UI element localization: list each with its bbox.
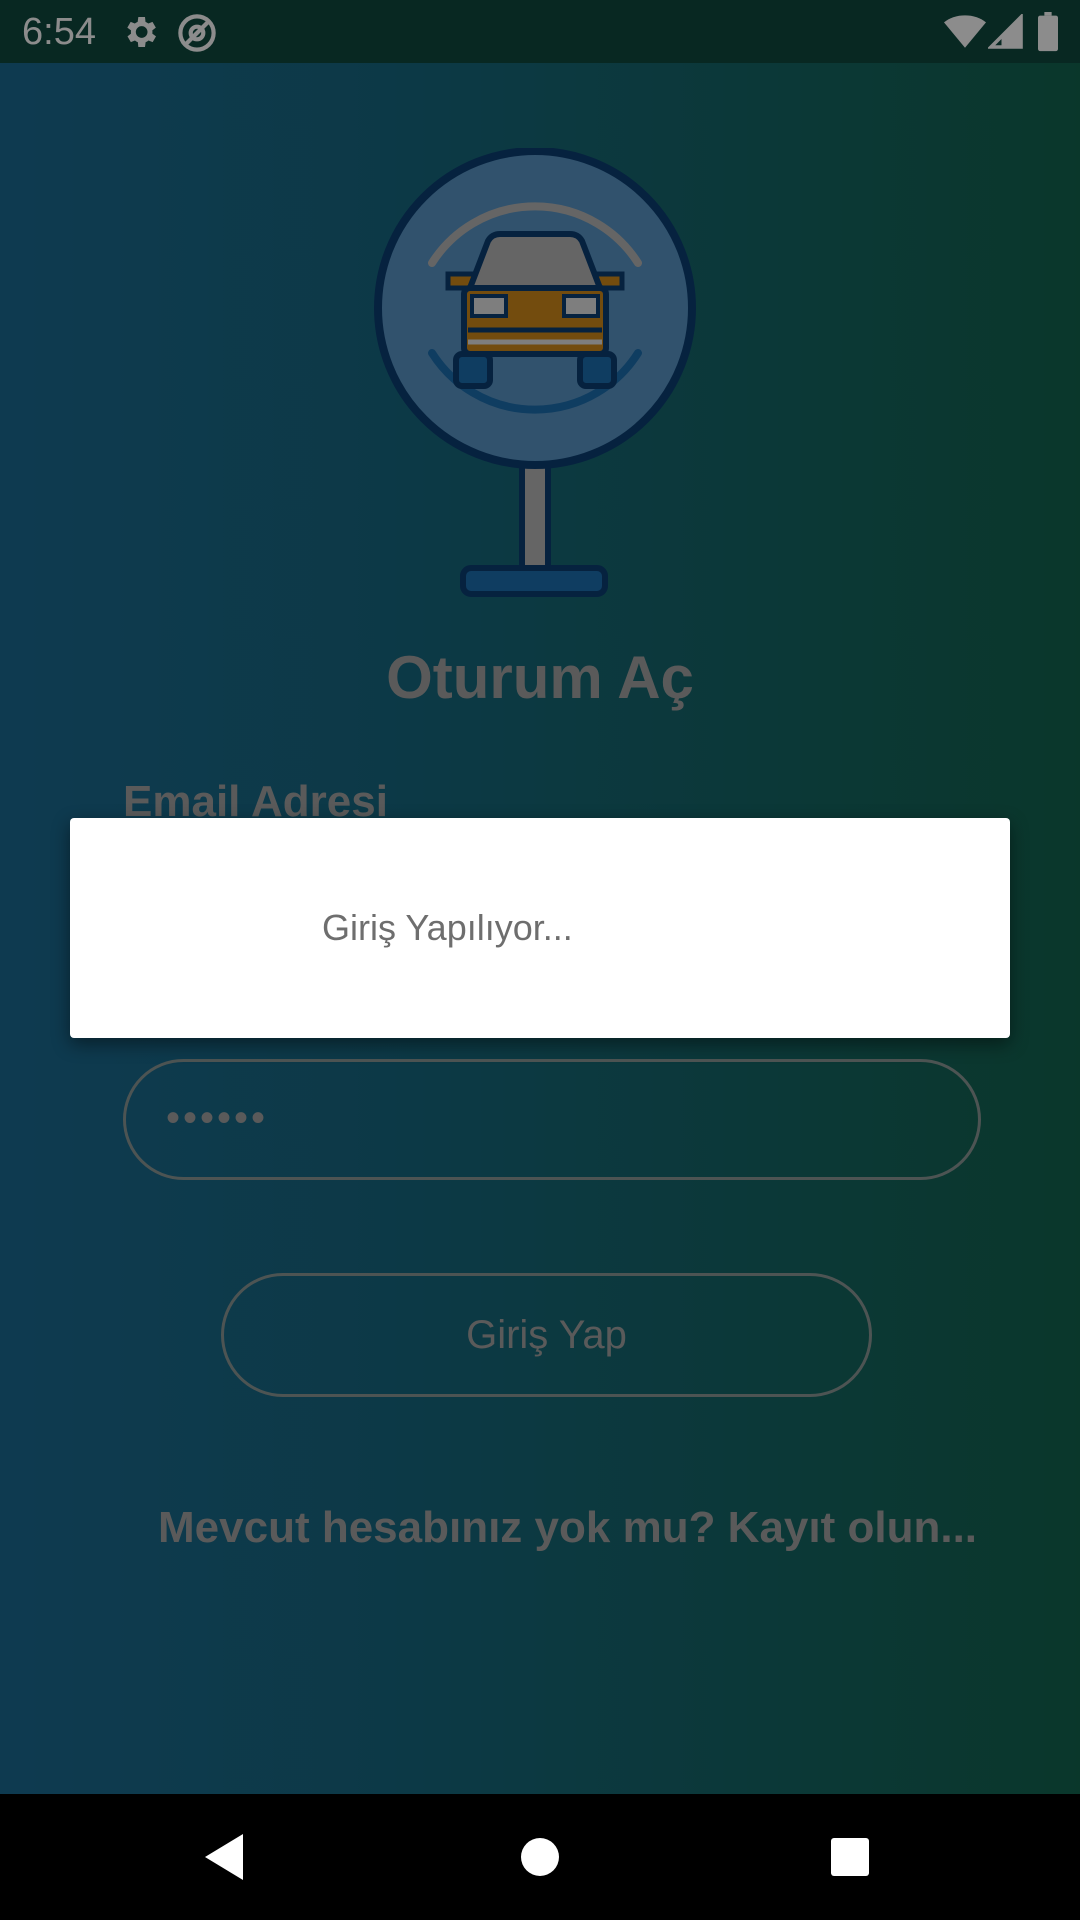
recents-icon[interactable] (790, 1794, 910, 1920)
progress-dialog: Giriş Yapılıyor... (70, 818, 1010, 1038)
back-icon[interactable] (165, 1794, 285, 1920)
home-icon[interactable] (480, 1794, 600, 1920)
progress-message: Giriş Yapılıyor... (322, 907, 573, 948)
screen: 6:54 Oturum Aç Email Adresi •••••• Giriş… (0, 0, 1080, 1920)
navigation-bar (0, 1794, 1080, 1920)
